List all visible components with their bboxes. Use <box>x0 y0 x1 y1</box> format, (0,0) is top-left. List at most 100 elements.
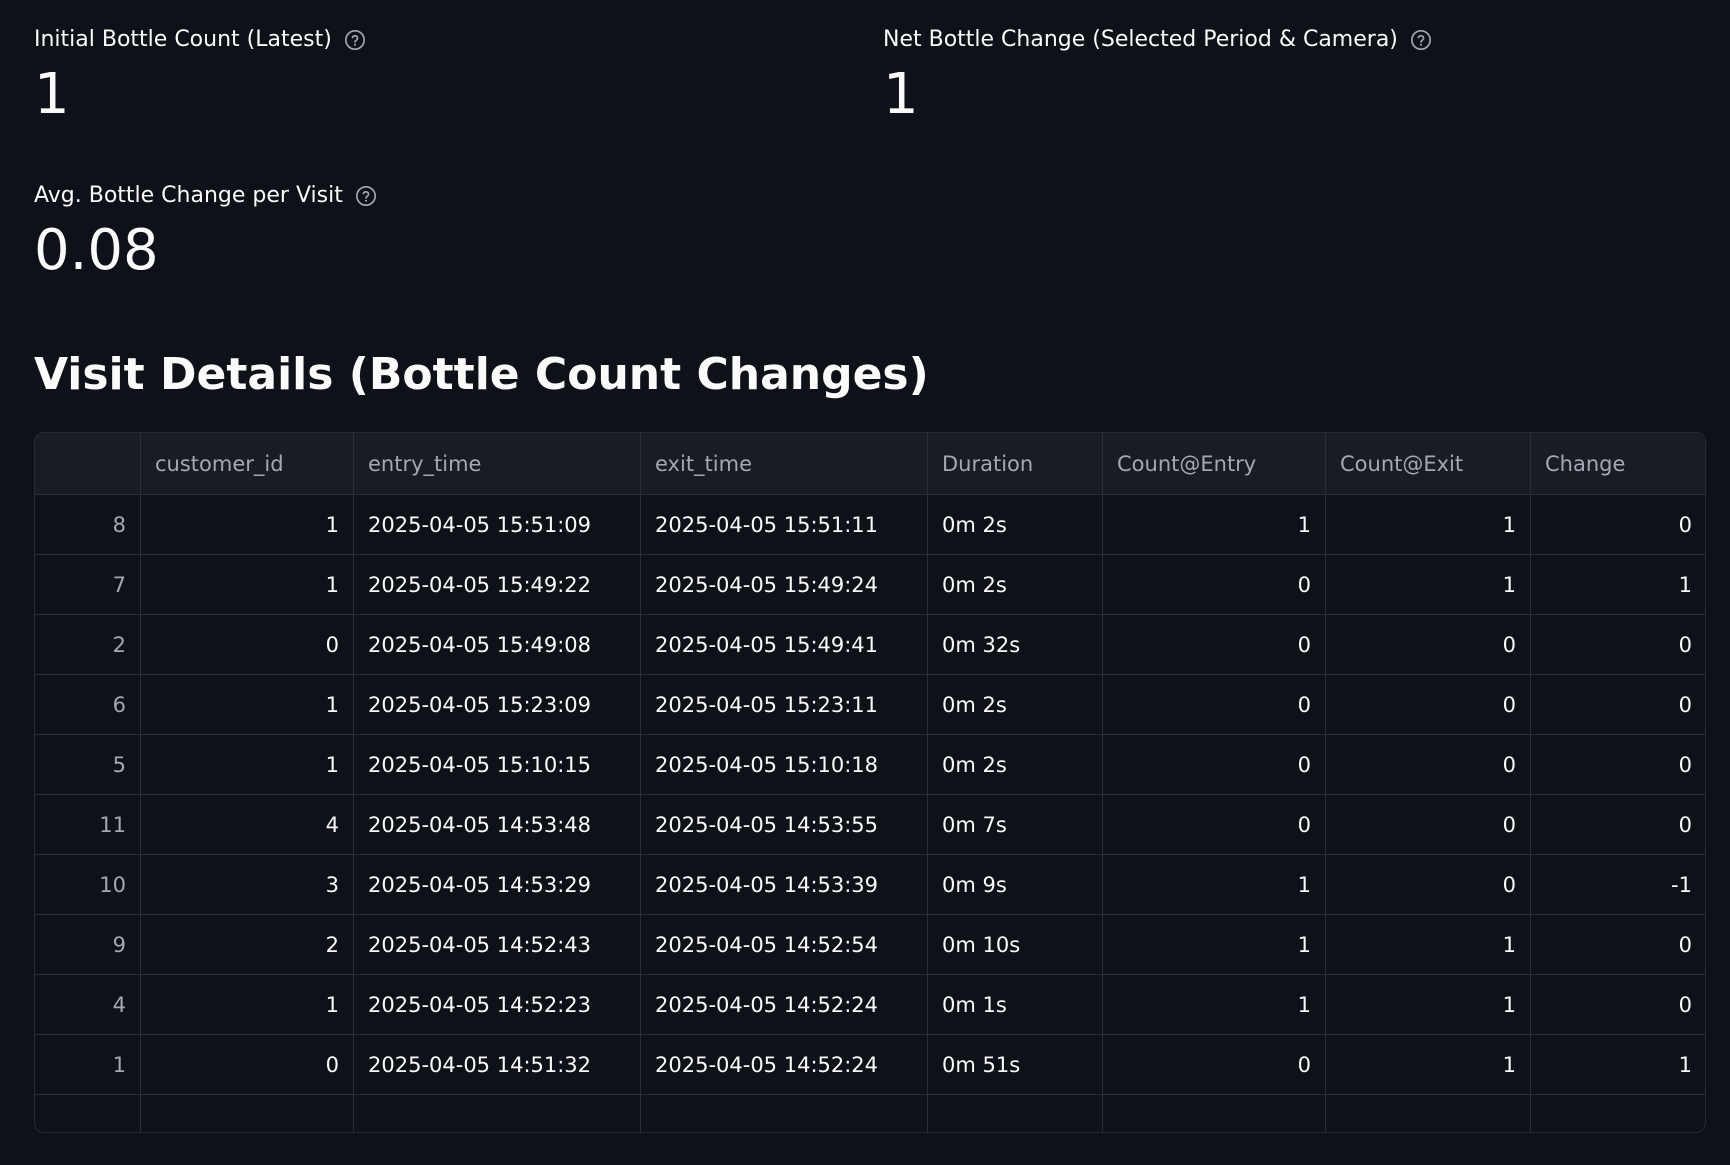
cell-count-exit[interactable]: 1 <box>1325 494 1531 555</box>
cell-change[interactable]: 0 <box>1530 734 1705 795</box>
cell-count-entry[interactable]: 1 <box>1102 974 1326 1035</box>
cell-exit-time[interactable]: 2025-04-05 15:23:11 <box>640 674 928 735</box>
row-index[interactable]: 8 <box>35 494 141 555</box>
cell-duration[interactable]: 0m 7s <box>927 794 1103 855</box>
question-circle-icon[interactable] <box>1410 29 1432 51</box>
column-header-exit-time[interactable]: exit_time <box>640 433 928 495</box>
column-header-duration[interactable]: Duration <box>927 433 1103 495</box>
table-row[interactable]: 6 1 2025-04-05 15:23:09 2025-04-05 15:23:11… <box>35 674 1705 735</box>
table-row[interactable]: 8 1 2025-04-05 15:51:09 2025-04-05 15:51:11… <box>35 494 1705 555</box>
question-circle-icon[interactable] <box>344 29 366 51</box>
cell-customer-id[interactable]: 4 <box>140 794 354 855</box>
row-index[interactable]: 5 <box>35 734 141 795</box>
column-header-count-exit[interactable]: Count@Exit <box>1325 433 1531 495</box>
column-header-count-entry[interactable]: Count@Entry <box>1102 433 1326 495</box>
row-index[interactable]: 6 <box>35 674 141 735</box>
cell-count-exit[interactable]: 0 <box>1325 734 1531 795</box>
cell-exit-time[interactable]: 2025-04-05 15:49:24 <box>640 554 928 615</box>
cell-exit-time[interactable]: 2025-04-05 14:52:54 <box>640 914 928 975</box>
cell-entry-time[interactable]: 2025-04-05 15:49:22 <box>353 554 641 615</box>
cell-count-exit[interactable]: 0 <box>1325 794 1531 855</box>
row-index[interactable]: 11 <box>35 794 141 855</box>
cell-exit-time[interactable]: 2025-04-05 14:52:24 <box>640 974 928 1035</box>
table-row[interactable] <box>35 1094 1705 1132</box>
cell-customer-id[interactable]: 3 <box>140 854 354 915</box>
cell-change[interactable]: 0 <box>1530 974 1705 1035</box>
cell-duration[interactable]: 0m 2s <box>927 674 1103 735</box>
cell-entry-time[interactable]: 2025-04-05 14:51:32 <box>353 1034 641 1095</box>
row-index[interactable]: 7 <box>35 554 141 615</box>
cell-customer-id[interactable]: 1 <box>140 674 354 735</box>
cell-change[interactable]: 0 <box>1530 914 1705 975</box>
cell-entry-time[interactable]: 2025-04-05 15:23:09 <box>353 674 641 735</box>
cell-duration[interactable]: 0m 32s <box>927 614 1103 675</box>
cell-customer-id[interactable] <box>140 1094 354 1132</box>
cell-count-entry[interactable]: 1 <box>1102 914 1326 975</box>
cell-exit-time[interactable]: 2025-04-05 14:53:39 <box>640 854 928 915</box>
cell-count-exit[interactable]: 0 <box>1325 674 1531 735</box>
cell-customer-id[interactable]: 2 <box>140 914 354 975</box>
cell-change[interactable]: 0 <box>1530 614 1705 675</box>
cell-change[interactable]: 0 <box>1530 794 1705 855</box>
cell-exit-time[interactable]: 2025-04-05 15:49:41 <box>640 614 928 675</box>
cell-count-exit[interactable]: 1 <box>1325 1034 1531 1095</box>
cell-duration[interactable]: 0m 10s <box>927 914 1103 975</box>
cell-exit-time[interactable]: 2025-04-05 15:10:18 <box>640 734 928 795</box>
cell-customer-id[interactable]: 1 <box>140 974 354 1035</box>
cell-count-entry[interactable]: 0 <box>1102 1034 1326 1095</box>
cell-entry-time[interactable]: 2025-04-05 15:10:15 <box>353 734 641 795</box>
cell-duration[interactable]: 0m 9s <box>927 854 1103 915</box>
cell-exit-time[interactable]: 2025-04-05 14:53:55 <box>640 794 928 855</box>
cell-entry-time[interactable]: 2025-04-05 14:53:29 <box>353 854 641 915</box>
cell-change[interactable]: 0 <box>1530 494 1705 555</box>
cell-count-exit[interactable]: 1 <box>1325 914 1531 975</box>
column-header-index[interactable] <box>35 433 141 495</box>
cell-count-entry[interactable]: 0 <box>1102 734 1326 795</box>
cell-count-entry[interactable]: 1 <box>1102 494 1326 555</box>
cell-exit-time[interactable]: 2025-04-05 14:52:24 <box>640 1034 928 1095</box>
visit-details-table[interactable]: customer_id entry_time exit_time Duratio… <box>34 432 1706 1133</box>
cell-count-exit[interactable]: 0 <box>1325 854 1531 915</box>
cell-change[interactable]: 1 <box>1530 1034 1705 1095</box>
cell-change[interactable]: 1 <box>1530 554 1705 615</box>
cell-customer-id[interactable]: 0 <box>140 614 354 675</box>
cell-duration[interactable]: 0m 2s <box>927 734 1103 795</box>
cell-customer-id[interactable]: 0 <box>140 1034 354 1095</box>
cell-count-exit[interactable] <box>1325 1094 1531 1132</box>
cell-count-entry[interactable]: 1 <box>1102 854 1326 915</box>
cell-duration[interactable]: 0m 2s <box>927 554 1103 615</box>
row-index[interactable]: 10 <box>35 854 141 915</box>
cell-change[interactable] <box>1530 1094 1705 1132</box>
cell-duration[interactable]: 0m 1s <box>927 974 1103 1035</box>
column-header-change[interactable]: Change <box>1530 433 1705 495</box>
cell-change[interactable]: -1 <box>1530 854 1705 915</box>
cell-entry-time[interactable] <box>353 1094 641 1132</box>
row-index[interactable]: 4 <box>35 974 141 1035</box>
row-index[interactable]: 9 <box>35 914 141 975</box>
table-row[interactable]: 9 2 2025-04-05 14:52:43 2025-04-05 14:52:54… <box>35 914 1705 975</box>
cell-exit-time[interactable]: 2025-04-05 15:51:11 <box>640 494 928 555</box>
cell-duration[interactable] <box>927 1094 1103 1132</box>
cell-customer-id[interactable]: 1 <box>140 734 354 795</box>
cell-duration[interactable]: 0m 51s <box>927 1034 1103 1095</box>
cell-entry-time[interactable]: 2025-04-05 14:52:43 <box>353 914 641 975</box>
cell-customer-id[interactable]: 1 <box>140 494 354 555</box>
table-row[interactable]: 2 0 2025-04-05 15:49:08 2025-04-05 15:49:41… <box>35 614 1705 675</box>
cell-entry-time[interactable]: 2025-04-05 15:51:09 <box>353 494 641 555</box>
cell-count-entry[interactable] <box>1102 1094 1326 1132</box>
cell-count-entry[interactable]: 0 <box>1102 614 1326 675</box>
cell-count-exit[interactable]: 0 <box>1325 614 1531 675</box>
table-row[interactable]: 11 4 2025-04-05 14:53:48 2025-04-05 14:53:5… <box>35 794 1705 855</box>
cell-count-entry[interactable]: 0 <box>1102 674 1326 735</box>
cell-entry-time[interactable]: 2025-04-05 15:49:08 <box>353 614 641 675</box>
column-header-customer-id[interactable]: customer_id <box>140 433 354 495</box>
table-row[interactable]: 4 1 2025-04-05 14:52:23 2025-04-05 14:52:24… <box>35 974 1705 1035</box>
table-row[interactable]: 7 1 2025-04-05 15:49:22 2025-04-05 15:49:24… <box>35 554 1705 615</box>
cell-count-exit[interactable]: 1 <box>1325 974 1531 1035</box>
cell-customer-id[interactable]: 1 <box>140 554 354 615</box>
cell-count-entry[interactable]: 0 <box>1102 554 1326 615</box>
cell-entry-time[interactable]: 2025-04-05 14:53:48 <box>353 794 641 855</box>
row-index[interactable] <box>35 1094 141 1132</box>
table-row[interactable]: 10 3 2025-04-05 14:53:29 2025-04-05 14:53:3… <box>35 854 1705 915</box>
question-circle-icon[interactable] <box>355 185 377 207</box>
